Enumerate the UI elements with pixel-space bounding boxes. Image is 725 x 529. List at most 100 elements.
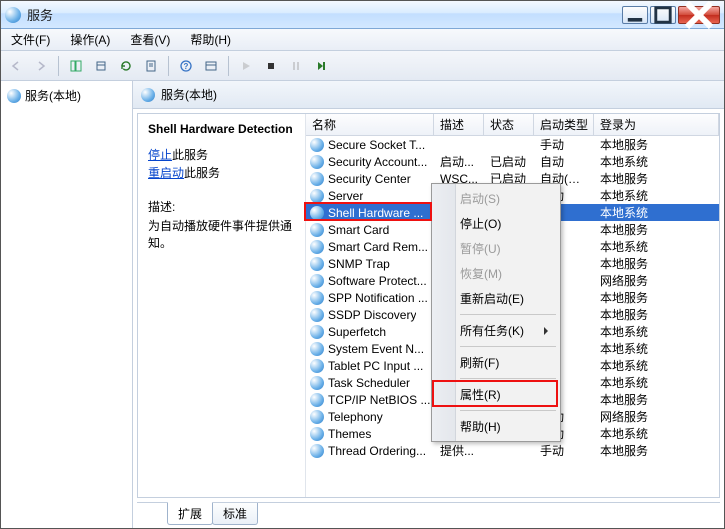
service-icon xyxy=(310,427,324,441)
service-startup: 自动 xyxy=(534,153,594,170)
restart-suffix: 此服务 xyxy=(184,166,220,180)
service-logon: 本地系统 xyxy=(594,204,719,221)
service-name: Themes xyxy=(328,427,371,441)
service-logon: 本地系统 xyxy=(594,425,719,442)
ctx-resume: 恢复(M) xyxy=(434,261,558,286)
col-desc[interactable]: 描述 xyxy=(434,114,484,135)
restart-service-button[interactable] xyxy=(310,55,332,77)
service-logon: 网络服务 xyxy=(594,272,719,289)
service-desc: 启动... xyxy=(434,153,484,170)
col-name[interactable]: 名称 xyxy=(306,114,434,135)
service-icon xyxy=(310,308,324,322)
menu-help[interactable]: 帮助(H) xyxy=(184,29,237,50)
ctx-refresh[interactable]: 刷新(F) xyxy=(434,350,558,375)
console-tree-button[interactable] xyxy=(200,55,222,77)
ctx-help[interactable]: 帮助(H) xyxy=(434,414,558,439)
col-startup[interactable]: 启动类型 xyxy=(534,114,594,135)
tree-root[interactable]: 服务(本地) xyxy=(3,85,130,106)
restart-link[interactable]: 重启动 xyxy=(148,166,184,180)
service-logon: 本地服务 xyxy=(594,170,719,187)
stop-suffix: 此服务 xyxy=(172,148,208,162)
menu-action[interactable]: 操作(A) xyxy=(64,29,116,50)
service-name: Smart Card Rem... xyxy=(328,240,428,254)
start-service-button xyxy=(235,55,257,77)
tab-extended[interactable]: 扩展 xyxy=(167,502,213,525)
menu-file[interactable]: 文件(F) xyxy=(5,29,56,50)
service-name: Server xyxy=(328,189,363,203)
service-icon xyxy=(310,172,324,186)
service-icon xyxy=(310,189,324,203)
ctx-properties[interactable]: 属性(R) xyxy=(434,382,558,407)
stop-service-button[interactable] xyxy=(260,55,282,77)
context-menu: 启动(S) 停止(O) 暂停(U) 恢复(M) 重新启动(E) 所有任务(K) … xyxy=(431,183,561,442)
menubar: 文件(F) 操作(A) 查看(V) 帮助(H) xyxy=(1,29,724,51)
stop-link[interactable]: 停止 xyxy=(148,148,172,162)
content-header-label: 服务(本地) xyxy=(161,86,217,103)
service-icon xyxy=(310,291,324,305)
menu-view[interactable]: 查看(V) xyxy=(124,29,176,50)
service-name: Telephony xyxy=(328,410,383,424)
col-state[interactable]: 状态 xyxy=(484,114,534,135)
service-icon xyxy=(310,359,324,373)
minimize-button[interactable] xyxy=(622,6,648,24)
service-startup: 手动 xyxy=(534,136,594,153)
titlebar: 服务 xyxy=(1,1,724,29)
submenu-arrow-icon xyxy=(544,327,552,335)
properties-button[interactable] xyxy=(140,55,162,77)
service-startup: 手动 xyxy=(534,442,594,459)
service-desc: 提供... xyxy=(434,442,484,459)
service-name: Shell Hardware ... xyxy=(328,206,423,220)
service-logon: 本地系统 xyxy=(594,340,719,357)
service-name: SSDP Discovery xyxy=(328,308,416,322)
service-logon: 本地服务 xyxy=(594,442,719,459)
tree-root-label: 服务(本地) xyxy=(25,87,81,104)
pause-service-button xyxy=(285,55,307,77)
service-logon: 本地系统 xyxy=(594,357,719,374)
service-icon xyxy=(310,206,324,220)
service-icon xyxy=(310,325,324,339)
ctx-stop[interactable]: 停止(O) xyxy=(434,211,558,236)
service-row[interactable]: Thread Ordering...提供...手动本地服务 xyxy=(306,442,719,459)
service-name: Secure Socket T... xyxy=(328,138,425,152)
help-button[interactable]: ? xyxy=(175,55,197,77)
selected-service-title: Shell Hardware Detection xyxy=(148,122,295,136)
service-logon: 本地系统 xyxy=(594,323,719,340)
column-headers: 名称 描述 状态 启动类型 登录为 xyxy=(306,114,719,136)
export-button[interactable] xyxy=(90,55,112,77)
ctx-all-tasks[interactable]: 所有任务(K) xyxy=(434,318,558,343)
service-logon: 本地系统 xyxy=(594,238,719,255)
service-row[interactable]: Security Account...启动...已启动自动本地系统 xyxy=(306,153,719,170)
service-icon xyxy=(310,223,324,237)
tab-standard[interactable]: 标准 xyxy=(212,503,258,525)
close-button[interactable] xyxy=(678,6,720,24)
content-header: 服务(本地) xyxy=(133,81,724,109)
service-logon: 本地服务 xyxy=(594,391,719,408)
toolbar: ? xyxy=(1,51,724,81)
col-logon[interactable]: 登录为 xyxy=(594,114,719,135)
content-pane: 服务(本地) Shell Hardware Detection 停止此服务 重启… xyxy=(133,81,724,528)
service-icon xyxy=(310,138,324,152)
forward-button xyxy=(30,55,52,77)
app-icon xyxy=(5,7,21,23)
refresh-button[interactable] xyxy=(115,55,137,77)
service-name: Task Scheduler xyxy=(328,376,410,390)
service-name: Security Center xyxy=(328,172,411,186)
service-row[interactable]: Secure Socket T...手动本地服务 xyxy=(306,136,719,153)
service-logon: 本地系统 xyxy=(594,153,719,170)
back-button xyxy=(5,55,27,77)
maximize-button[interactable] xyxy=(650,6,676,24)
service-logon: 本地系统 xyxy=(594,374,719,391)
service-logon: 网络服务 xyxy=(594,408,719,425)
ctx-start: 启动(S) xyxy=(434,186,558,211)
service-name: SNMP Trap xyxy=(328,257,390,271)
tree-pane: 服务(本地) xyxy=(1,81,133,528)
show-hide-button[interactable] xyxy=(65,55,87,77)
ctx-restart[interactable]: 重新启动(E) xyxy=(434,286,558,311)
desc-label: 描述: xyxy=(148,198,295,215)
service-name: System Event N... xyxy=(328,342,424,356)
service-icon xyxy=(310,257,324,271)
service-name: SPP Notification ... xyxy=(328,291,428,305)
service-icon xyxy=(310,410,324,424)
service-name: Security Account... xyxy=(328,155,427,169)
service-icon xyxy=(310,274,324,288)
